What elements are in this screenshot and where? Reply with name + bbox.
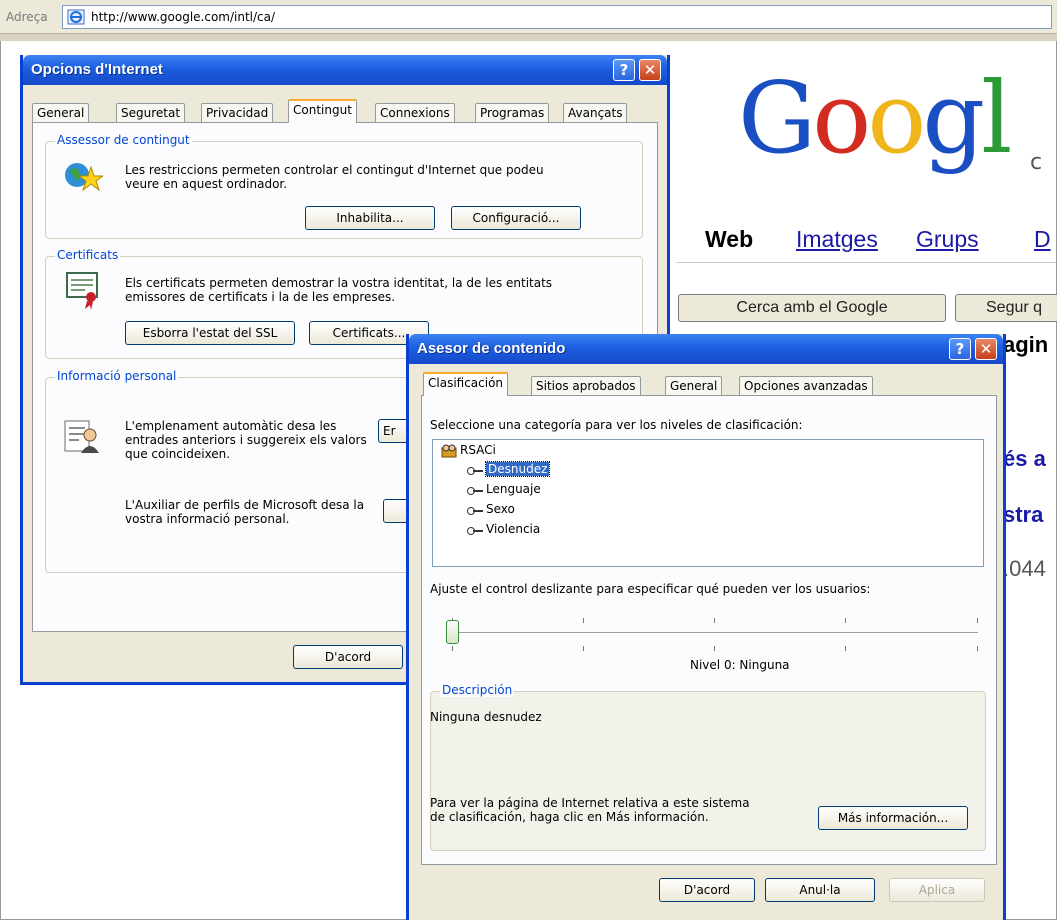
address-input[interactable]: http://www.google.com/intl/ca/ — [62, 5, 1052, 29]
tree-item-label: Violencia — [486, 522, 541, 536]
tree-root-label: RSACi — [460, 443, 496, 457]
more-info-text: Para ver la página de Internet relativa … — [430, 796, 750, 824]
category-tree[interactable]: RSACi Desnudez Lenguaje Sexo Violencia — [432, 439, 984, 567]
tree-item-label: Desnudez — [484, 461, 551, 477]
close-icon[interactable]: ✕ — [639, 59, 661, 81]
google-nav-groups[interactable]: Grups — [916, 226, 979, 252]
level-text: Nivel 0: Ninguna — [690, 658, 790, 672]
disable-button[interactable]: Inhabilita... — [305, 206, 435, 230]
internet-options-titlebar[interactable]: Opcions d'Internet ? ✕ — [23, 55, 667, 85]
slider-track — [452, 632, 978, 634]
cancel-button[interactable]: Anul·la — [765, 878, 875, 902]
google-nav-images[interactable]: Imatges — [796, 226, 878, 252]
certificates-label: Certificats — [55, 248, 121, 262]
apply-button[interactable]: Aplica — [889, 878, 985, 902]
tree-item-language[interactable]: Lenguaje — [467, 482, 541, 496]
ratings-folder-icon — [441, 444, 457, 457]
slider-tick — [583, 646, 584, 651]
profile-assistant-text: L'Auxiliar de perfils de Microsoft desa … — [125, 498, 365, 526]
toolbar-strip — [0, 34, 1057, 41]
help-icon[interactable]: ? — [949, 338, 971, 360]
description-text: Ninguna desnudez — [430, 710, 542, 724]
more-info-button[interactable]: Más información... — [818, 806, 968, 830]
address-url: http://www.google.com/intl/ca/ — [91, 10, 276, 24]
tab-privacy[interactable]: Privacidad — [201, 103, 274, 123]
slider-tick — [452, 646, 453, 651]
internet-options-title: Opcions d'Internet — [31, 61, 163, 78]
tree-item-label: Sexo — [486, 502, 515, 516]
certificate-icon — [66, 272, 98, 310]
close-icon[interactable]: ✕ — [975, 338, 997, 360]
content-advisor-icon — [65, 163, 103, 192]
key-icon — [467, 466, 483, 475]
tab-connections[interactable]: Connexions — [375, 103, 455, 123]
google-lucky-button[interactable]: Segur q — [955, 294, 1057, 322]
clear-ssl-button[interactable]: Esborra l'estat del SSL — [125, 321, 295, 345]
google-search-button[interactable]: Cerca amb el Google — [678, 294, 946, 322]
google-nav-more[interactable]: D — [1034, 226, 1051, 252]
google-snippet-2[interactable]: és a — [1003, 446, 1046, 472]
slider-tick — [714, 618, 715, 623]
certificates-text: Els certificats permeten demostrar la vo… — [125, 276, 553, 304]
content-advisor-ok-button[interactable]: D'acord — [659, 878, 755, 902]
tab-content[interactable]: Contingut — [288, 99, 357, 123]
key-icon — [467, 486, 483, 495]
slider-tick — [845, 646, 846, 651]
content-advisor-title: Asesor de contenido — [417, 340, 566, 357]
key-icon — [467, 506, 483, 515]
tab-advanced-options[interactable]: Opciones avanzadas — [739, 376, 873, 396]
content-advisor-label: Assessor de contingut — [55, 133, 192, 147]
google-snippet-3[interactable]: stra — [1003, 502, 1043, 528]
slider-tick — [583, 618, 584, 623]
autocomplete-icon — [64, 420, 99, 453]
internet-options-ok-button[interactable]: D'acord — [293, 645, 403, 669]
google-nav-web: Web — [705, 226, 754, 252]
tab-programs[interactable]: Programas — [475, 103, 550, 123]
slider-prompt: Ajuste el control deslizante para especi… — [430, 582, 871, 596]
address-label: Adreça — [6, 10, 48, 24]
tree-item-label: Lenguaje — [486, 482, 541, 496]
address-bar: Adreça http://www.google.com/intl/ca/ — [0, 0, 1057, 34]
google-logo: Googl — [738, 62, 1012, 176]
content-advisor-text: Les restriccions permeten controlar el c… — [125, 163, 544, 191]
settings-button[interactable]: Configuració... — [451, 206, 581, 230]
google-divider — [676, 262, 1056, 263]
tab-approved-sites[interactable]: Sitios aprobados — [531, 376, 641, 396]
google-snippet-4: .044 — [1003, 556, 1046, 581]
tab-security[interactable]: Seguretat — [116, 103, 186, 123]
slider-tick — [977, 646, 978, 651]
ie-page-icon — [67, 9, 85, 25]
google-snippet-1: agin — [1003, 332, 1049, 357]
tree-node-rsaci[interactable]: RSACi — [441, 443, 496, 458]
content-advisor-titlebar[interactable]: Asesor de contenido ? ✕ — [409, 334, 1003, 364]
slider-thumb[interactable] — [446, 620, 459, 644]
rating-tab-panel: Seleccione una categoría para ver los ni… — [421, 395, 997, 865]
tree-item-violence[interactable]: Violencia — [467, 522, 540, 536]
slider-tick — [845, 618, 846, 623]
key-icon — [467, 526, 483, 535]
tab-general[interactable]: General — [32, 103, 90, 123]
category-prompt: Seleccione una categoría para ver los ni… — [430, 418, 803, 432]
google-subtitle: c — [1030, 150, 1043, 175]
tree-item-nudity[interactable]: Desnudez — [467, 461, 551, 477]
tab-rating[interactable]: Clasificación — [423, 372, 509, 396]
personal-info-label: Informació personal — [55, 369, 179, 383]
content-advisor-dialog: Asesor de contenido ? ✕ Clasificación Si… — [406, 334, 1006, 920]
tree-item-sex[interactable]: Sexo — [467, 502, 515, 516]
tab-advanced[interactable]: Avançats — [563, 103, 628, 123]
slider-tick — [977, 618, 978, 623]
help-icon[interactable]: ? — [613, 59, 635, 81]
autocomplete-text: L'emplenament automàtic desa les entrade… — [125, 419, 367, 461]
slider-tick — [714, 646, 715, 651]
description-label: Descripción — [440, 683, 515, 697]
tab-general[interactable]: General — [665, 376, 723, 396]
